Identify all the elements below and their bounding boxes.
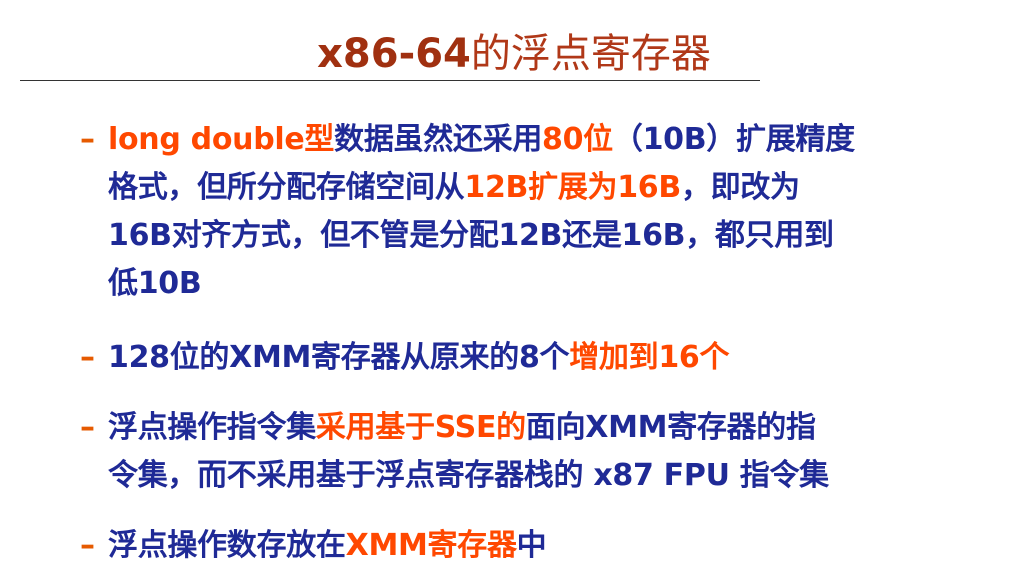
bullet-line: 浮点操作指令集采用基于SSE的面向XMM寄存器的指 — [108, 404, 908, 452]
body-text: 浮点操作指令集 — [108, 410, 316, 445]
bullet-line: 格式，但所分配存储空间从12B扩展为16B，即改为 — [108, 164, 908, 212]
body-text: 中 — [516, 528, 547, 563]
bullet-marker: – — [80, 528, 95, 563]
bullet-marker: – — [80, 122, 95, 157]
bullet-text: long double型数据虽然还采用80位（10B）扩展精度 格式，但所分配存… — [108, 116, 908, 308]
page-title-cjk: 的浮点寄存器 — [470, 31, 711, 77]
bullet-text: 128位的XMM寄存器从原来的8个增加到16个 — [108, 334, 908, 382]
page-title: x86-64的浮点寄存器 — [0, 28, 1028, 80]
body-text: 格式，但所分配存储空间从 — [108, 170, 465, 205]
body-text: 浮点操作数存放在 — [108, 528, 346, 563]
bullet-line: 令集，而不采用基于浮点寄存器栈的 x87 FPU 指令集 — [108, 452, 908, 500]
highlight-text: 12B扩展为16B — [464, 170, 681, 205]
body-text: （10B）扩展精度 — [612, 122, 855, 157]
bullet-line: long double型数据虽然还采用80位（10B）扩展精度 — [108, 116, 908, 164]
bullet-text: 浮点操作指令集采用基于SSE的面向XMM寄存器的指 令集，而不采用基于浮点寄存器… — [108, 404, 908, 500]
body-text: 面向XMM寄存器的指 — [525, 410, 816, 445]
bullet-marker: – — [80, 340, 95, 375]
highlight-text: XMM寄存器 — [345, 528, 517, 563]
title-divider — [20, 80, 760, 81]
bullet-line: 低10B — [108, 260, 908, 308]
bullet-marker: – — [80, 410, 95, 445]
page-title-latin: x86-64 — [317, 31, 471, 77]
body-text: 低10B — [108, 266, 202, 301]
body-text: 令集，而不采用基于浮点寄存器栈的 x87 FPU 指令集 — [108, 458, 829, 493]
bullet-text: 浮点操作数存放在XMM寄存器中 — [108, 522, 908, 570]
highlight-text: 80位 — [542, 122, 613, 157]
bullet-line: 浮点操作数存放在XMM寄存器中 — [108, 522, 908, 570]
highlight-text: 采用基于SSE的 — [315, 410, 526, 445]
body-text: 128位的XMM寄存器从原来的8个 — [108, 340, 570, 375]
bullet-line: 16B对齐方式，但不管是分配12B还是16B，都只用到 — [108, 212, 908, 260]
bullet-line: 128位的XMM寄存器从原来的8个增加到16个 — [108, 334, 908, 382]
body-text: 数据虽然还采用 — [334, 122, 543, 157]
body-text: ，即改为 — [680, 170, 800, 205]
highlight-text: 增加到16个 — [569, 340, 730, 375]
highlight-text: long double型 — [108, 122, 335, 157]
body-text: 16B对齐方式，但不管是分配12B还是16B，都只用到 — [108, 218, 834, 253]
